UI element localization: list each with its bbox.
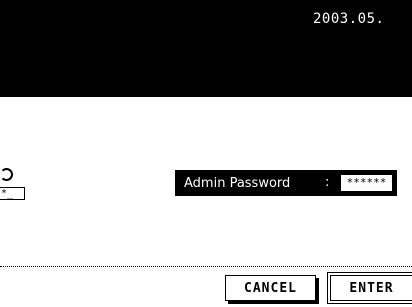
cancel-button[interactable]: CANCEL	[225, 275, 316, 301]
key-icon: *_	[0, 168, 26, 204]
password-label: Admin Password	[184, 175, 291, 191]
enter-button[interactable]: ENTER	[327, 272, 412, 304]
header-bar: 2003.05.	[0, 0, 412, 97]
key-mask-box: *_	[0, 187, 25, 200]
password-separator: :	[325, 175, 330, 190]
password-input[interactable]: ******	[340, 174, 393, 192]
admin-password-field[interactable]: Admin Password : ******	[175, 170, 397, 196]
divider	[0, 266, 412, 267]
key-ring-icon	[0, 168, 13, 181]
date-display: 2003.05.	[313, 11, 385, 27]
